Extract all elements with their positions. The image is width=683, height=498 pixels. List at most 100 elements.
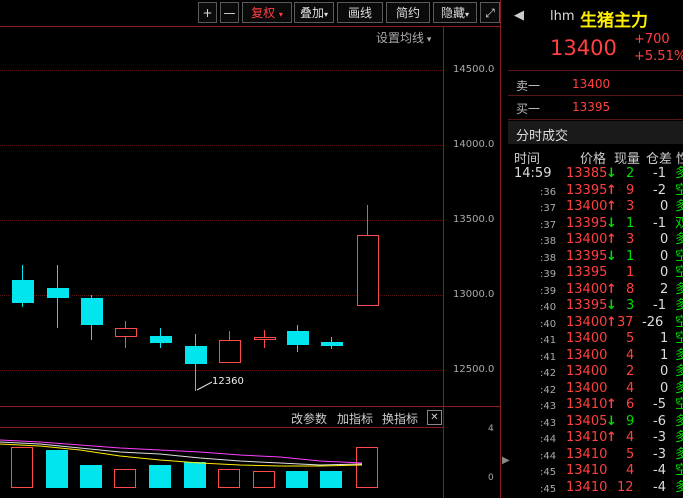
trade-row: :38 13395 ↓ 1 0 空 [508,249,683,265]
trade-position-diff: -1 [653,298,666,313]
fullscreen-icon[interactable]: ⤢ [480,2,500,23]
collapse-arrow-icon[interactable]: ◀ [514,8,524,23]
divider [508,95,683,96]
trade-row: :40 13400 ↑ 37 -26 空 [508,315,683,331]
trade-volume: 6 [626,397,635,412]
candle-body [11,280,34,303]
trade-direction-icon: ↑ [606,199,617,214]
trade-row: 14:59 13385 ↓ 2 -1 多 [508,166,683,182]
trade-price: 13400 [566,281,608,297]
trade-price: 13395 [566,248,608,264]
trade-nature: 多 [675,166,683,181]
candle-body [184,346,207,364]
trade-nature: 双 [675,215,683,231]
trade-nature: 多 [675,364,683,379]
trade-nature: 多 [675,298,683,313]
trade-volume: 4 [626,463,635,478]
trade-volume: 4 [626,380,635,396]
switch-indicator-button[interactable]: 换指标 [382,410,418,427]
trade-volume: 4 [626,347,635,363]
dropdown-arrow-icon: ▾ [324,10,329,19]
diejia-button[interactable]: 叠加▾ [294,2,334,23]
trade-price: 13400 [566,380,608,396]
close-icon[interactable]: ✕ [427,410,442,425]
trade-position-diff: 1 [660,331,669,346]
trade-volume: 1 [626,248,635,264]
trade-price: 13400 [566,347,608,363]
trade-price: 13410 [566,430,608,445]
chart-top-border [0,26,501,27]
trade-row: :39 13395 1 0 空 [508,265,683,281]
trade-nature: 空 [675,248,683,264]
trade-volume: 8 [626,281,635,297]
trade-nature: 空 [675,331,683,346]
price-tick-label: 14500.0 [453,64,495,75]
trade-position-diff: 2 [660,281,669,297]
ma-setting-button[interactable]: 设置均线 ▾ [376,29,431,46]
diejia-label: 叠加 [299,6,324,20]
trade-row: :44 13410 ↑ 4 -3 多 [508,430,683,446]
trade-volume: 5 [626,446,635,462]
fuquan-button[interactable]: 复权 ▾ [242,2,292,23]
candle-body [80,298,103,325]
trade-direction-icon: ↓ [606,298,617,313]
trade-volume: 2 [626,166,635,181]
candle-body [286,331,309,345]
trade-price: 13400 [566,331,608,346]
yincang-label: 隐藏 [440,6,465,20]
gridline [0,370,443,371]
price-change: +700 [634,32,670,47]
trade-row: :43 13410 ↑ 6 -5 空 [508,397,683,413]
trade-row: :41 13400 5 1 空 [508,331,683,347]
sell1-price: 13400 [572,77,611,91]
trade-volume: 3 [626,199,635,214]
header-nature: 性 [676,152,683,167]
candle-body [253,337,276,340]
candle-body [218,340,241,363]
zoom-out-button[interactable]: — [220,2,239,23]
trade-volume: 9 [626,413,635,429]
trade-row: :37 13395 ↓ 1 -1 双 [508,216,683,232]
trade-price: 13400 [566,314,608,330]
trade-direction-icon: ↑ [606,182,617,198]
trade-direction-icon: ↑ [606,430,617,445]
trade-position-diff: -3 [653,430,666,445]
trade-position-diff: 0 [660,265,669,280]
yincang-button[interactable]: 隐藏▾ [433,2,477,23]
huaxian-button[interactable]: 画线 [337,2,383,23]
add-indicator-button[interactable]: 加指标 [337,410,373,427]
trade-volume: 37 [617,314,634,330]
trade-direction-icon: ↑ [606,281,617,297]
trade-position-diff: -5 [653,397,666,412]
trade-position-diff: -2 [653,182,666,198]
trade-price: 13385 [566,166,608,181]
trade-direction-icon: ↓ [606,413,617,429]
trade-direction-icon: ↑ [606,232,617,247]
fuquan-label: 复权 [251,6,276,20]
trade-position-diff: 0 [660,232,669,247]
header-volume: 现量 [614,152,641,167]
header-position-diff: 仓差 [646,152,673,167]
buy1-label: 买一 [516,102,541,116]
trade-row: :45 13410 12 -4 多 [508,480,683,496]
trade-row: :36 13395 ↑ 9 -2 空 [508,183,683,199]
sell1-label: 卖一 [516,79,541,93]
trade-direction-icon: ↓ [606,248,617,264]
price-change-pct: +5.51% [634,49,683,64]
change-params-button[interactable]: 改参数 [291,410,327,427]
price-tick-label: 12500.0 [453,364,495,375]
chart-right-border [500,0,501,498]
trade-row: :38 13400 ↑ 3 0 多 [508,232,683,248]
jianyue-button[interactable]: 简约 [386,2,430,23]
trade-position-diff: -4 [653,463,666,478]
trade-row: :42 13400 4 0 多 [508,381,683,397]
section-title: 分时成交 [516,129,569,144]
dropdown-arrow-icon: ▾ [278,10,283,19]
zoom-in-button[interactable]: + [198,2,217,23]
candle-body [149,335,172,343]
trade-nature: 空 [675,265,683,280]
divider [508,70,683,71]
trade-nature: 多 [675,413,683,429]
trade-row: :42 13400 2 0 多 [508,364,683,380]
trade-position-diff: 0 [660,199,669,214]
